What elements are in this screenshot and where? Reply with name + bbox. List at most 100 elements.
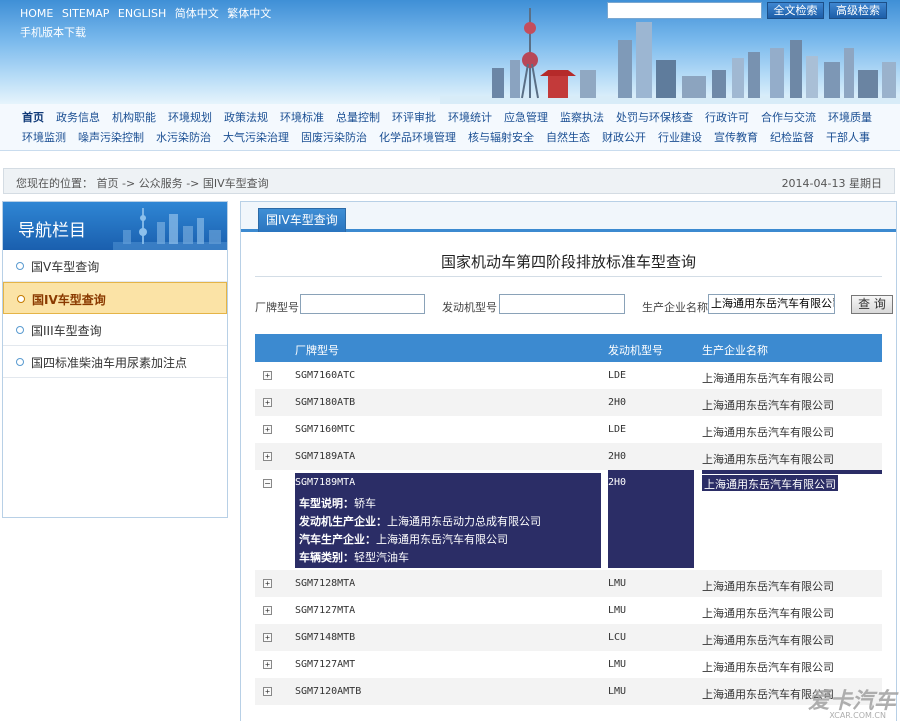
simplified-chinese-link[interactable]: 简体中文 bbox=[175, 7, 219, 20]
table-row[interactable]: + SGM7160MTC LDE 上海通用东岳汽车有限公司 bbox=[255, 416, 882, 443]
nav-item[interactable]: 大气污染治理 bbox=[223, 131, 289, 144]
breadcrumb: 您现在的位置： 首页 -> 公众服务 -> 国IV车型查询 bbox=[16, 175, 269, 191]
cell-engine: LDE bbox=[608, 370, 627, 381]
cell-maker: 上海通用东岳汽车有限公司 bbox=[702, 580, 834, 593]
nav-item[interactable]: 环境监测 bbox=[22, 131, 66, 144]
sidebar-item-guo3[interactable]: 国III车型查询 bbox=[3, 314, 227, 346]
nav-item[interactable]: 政务信息 bbox=[56, 111, 100, 124]
engine-input[interactable] bbox=[499, 294, 625, 314]
cell-engine: 2H0 bbox=[608, 451, 627, 462]
cell-model: SGM7128MTA bbox=[295, 578, 356, 589]
rows-group: + SGM7128MTA LMU 上海通用东岳汽车有限公司 + SGM7127MTA LMU… bbox=[255, 570, 882, 705]
maker-input[interactable]: 上海通用东岳汽车有限公司 bbox=[708, 294, 835, 314]
cell-engine: LMU bbox=[608, 578, 627, 589]
nav-item[interactable]: 噪声污染控制 bbox=[78, 131, 144, 144]
nav-item[interactable]: 化学品环境管理 bbox=[379, 131, 456, 144]
query-button[interactable]: 查 询 bbox=[851, 295, 893, 314]
table-row-expanded[interactable]: − SGM7189MTA 2H0 上海通用东岳汽车有限公司 车型说明：轿车 发动… bbox=[255, 470, 882, 570]
nav-item[interactable]: 政策法规 bbox=[224, 111, 268, 124]
sidebar-item-urea-stations[interactable]: 国四标准柴油车用尿素加注点 bbox=[3, 346, 227, 378]
nav-item[interactable]: 纪检监督 bbox=[770, 131, 814, 144]
nav-item[interactable]: 环境标准 bbox=[280, 111, 324, 124]
expand-icon[interactable]: + bbox=[263, 660, 272, 669]
english-link[interactable]: ENGLISH bbox=[118, 7, 166, 20]
breadcrumb-home[interactable]: 首页 bbox=[97, 177, 119, 190]
table-header: 厂牌型号 发动机型号 生产企业名称 bbox=[255, 334, 882, 362]
table-row[interactable]: + SGM7127AMT LMU 上海通用东岳汽车有限公司 bbox=[255, 651, 882, 678]
home-link[interactable]: HOME bbox=[20, 7, 53, 20]
nav-item[interactable]: 宣传教育 bbox=[714, 131, 758, 144]
sitemap-link[interactable]: SITEMAP bbox=[62, 7, 110, 20]
detail-value: 上海通用东岳动力总成有限公司 bbox=[387, 515, 541, 528]
rows-group: + SGM7160ATC LDE 上海通用东岳汽车有限公司 + SGM7180ATB 2H0… bbox=[255, 362, 882, 470]
nav-item[interactable]: 财政公开 bbox=[602, 131, 646, 144]
fulltext-search-button[interactable]: 全文检索 bbox=[767, 2, 824, 19]
table-row[interactable]: + SGM7148MTB LCU 上海通用东岳汽车有限公司 bbox=[255, 624, 882, 651]
table-row[interactable]: + SGM7180ATB 2H0 上海通用东岳汽车有限公司 bbox=[255, 389, 882, 416]
cell-maker: 上海通用东岳汽车有限公司 bbox=[702, 399, 834, 412]
nav-item[interactable]: 应急管理 bbox=[504, 111, 548, 124]
cell-model: SGM7127AMT bbox=[295, 659, 356, 670]
collapse-icon[interactable]: − bbox=[263, 479, 272, 488]
nav-item[interactable]: 处罚与环保核查 bbox=[616, 111, 693, 124]
expand-icon[interactable]: + bbox=[263, 579, 272, 588]
nav-item[interactable]: 行业建设 bbox=[658, 131, 702, 144]
table-row[interactable]: + SGM7160ATC LDE 上海通用东岳汽车有限公司 bbox=[255, 362, 882, 389]
table-row[interactable]: + SGM7128MTA LMU 上海通用东岳汽车有限公司 bbox=[255, 570, 882, 597]
nav-item[interactable]: 核与辐射安全 bbox=[468, 131, 534, 144]
cell-maker: 上海通用东岳汽车有限公司 bbox=[702, 607, 834, 620]
nav-item[interactable]: 固废污染防治 bbox=[301, 131, 367, 144]
nav-item[interactable]: 合作与交流 bbox=[761, 111, 816, 124]
nav-item[interactable]: 干部人事 bbox=[826, 131, 870, 144]
page-title: 国家机动车第四阶段排放标准车型查询 bbox=[440, 253, 696, 271]
expand-icon[interactable]: + bbox=[263, 371, 272, 380]
breadcrumb-current: 国IV车型查询 bbox=[202, 177, 269, 190]
col-engine-header: 发动机型号 bbox=[608, 344, 663, 357]
tab-guo4-query[interactable]: 国IV车型查询 bbox=[258, 208, 346, 232]
cell-maker: 上海通用东岳汽车有限公司 bbox=[702, 661, 834, 674]
expand-icon[interactable]: + bbox=[263, 606, 272, 615]
cell-model: SGM7189ATA bbox=[295, 451, 356, 462]
mobile-download-link[interactable]: 手机版本下载 bbox=[20, 24, 86, 40]
nav-item[interactable]: 环境质量 bbox=[828, 111, 872, 124]
nav-item[interactable]: 总量控制 bbox=[336, 111, 380, 124]
breadcrumb-public-service[interactable]: 公众服务 bbox=[139, 177, 183, 190]
cell-model: SGM7160MTC bbox=[295, 424, 356, 435]
nav-item[interactable]: 首页 bbox=[22, 111, 44, 124]
top-links: HOME SITEMAP ENGLISH 简体中文 繁体中文 bbox=[20, 5, 276, 21]
nav-item[interactable]: 监察执法 bbox=[560, 111, 604, 124]
advanced-search-button[interactable]: 高级检索 bbox=[829, 2, 887, 19]
expand-icon[interactable]: + bbox=[263, 633, 272, 642]
expand-icon[interactable]: + bbox=[263, 687, 272, 696]
table-row[interactable]: + SGM7120AMTB LMU 上海通用东岳汽车有限公司 bbox=[255, 678, 882, 705]
cell-engine: LDE bbox=[608, 424, 627, 435]
nav-item[interactable]: 行政许可 bbox=[705, 111, 749, 124]
nav-item[interactable]: 环境统计 bbox=[448, 111, 492, 124]
col-maker-header: 生产企业名称 bbox=[702, 344, 768, 357]
breadcrumb-separator: -> bbox=[122, 177, 136, 190]
cell-maker: 上海通用东岳汽车有限公司 bbox=[702, 453, 834, 466]
table-row[interactable]: + SGM7127MTA LMU 上海通用东岳汽车有限公司 bbox=[255, 597, 882, 624]
sidebar-title: 导航栏目 bbox=[18, 221, 86, 241]
expand-icon[interactable]: + bbox=[263, 452, 272, 461]
main-panel: 国IV车型查询 国家机动车第四阶段排放标准车型查询 厂牌型号 发动机型号 生产企… bbox=[240, 201, 897, 721]
nav-item[interactable]: 环评审批 bbox=[392, 111, 436, 124]
cell-maker: 上海通用东岳汽车有限公司 bbox=[702, 475, 838, 491]
expand-icon[interactable]: + bbox=[263, 398, 272, 407]
model-input[interactable] bbox=[300, 294, 425, 314]
table-row[interactable]: + SGM7189ATA 2H0 上海通用东岳汽车有限公司 bbox=[255, 443, 882, 470]
nav-item[interactable]: 机构职能 bbox=[112, 111, 156, 124]
cell-model: SGM7148MTB bbox=[295, 632, 356, 643]
nav-item[interactable]: 水污染防治 bbox=[156, 131, 211, 144]
cell-maker: 上海通用东岳汽车有限公司 bbox=[702, 426, 834, 439]
nav-item[interactable]: 环境规划 bbox=[168, 111, 212, 124]
col-model-header: 厂牌型号 bbox=[295, 344, 339, 357]
sidebar-item-guo5[interactable]: 国V车型查询 bbox=[3, 250, 227, 282]
expand-icon[interactable]: + bbox=[263, 425, 272, 434]
traditional-chinese-link[interactable]: 繁体中文 bbox=[227, 7, 271, 20]
site-search-input[interactable] bbox=[607, 2, 762, 19]
nav-item[interactable]: 自然生态 bbox=[546, 131, 590, 144]
sidebar-item-guo4[interactable]: 国IV车型查询 bbox=[3, 282, 227, 314]
cell-model: SGM7127MTA bbox=[295, 605, 356, 616]
bullet-icon bbox=[16, 358, 24, 366]
